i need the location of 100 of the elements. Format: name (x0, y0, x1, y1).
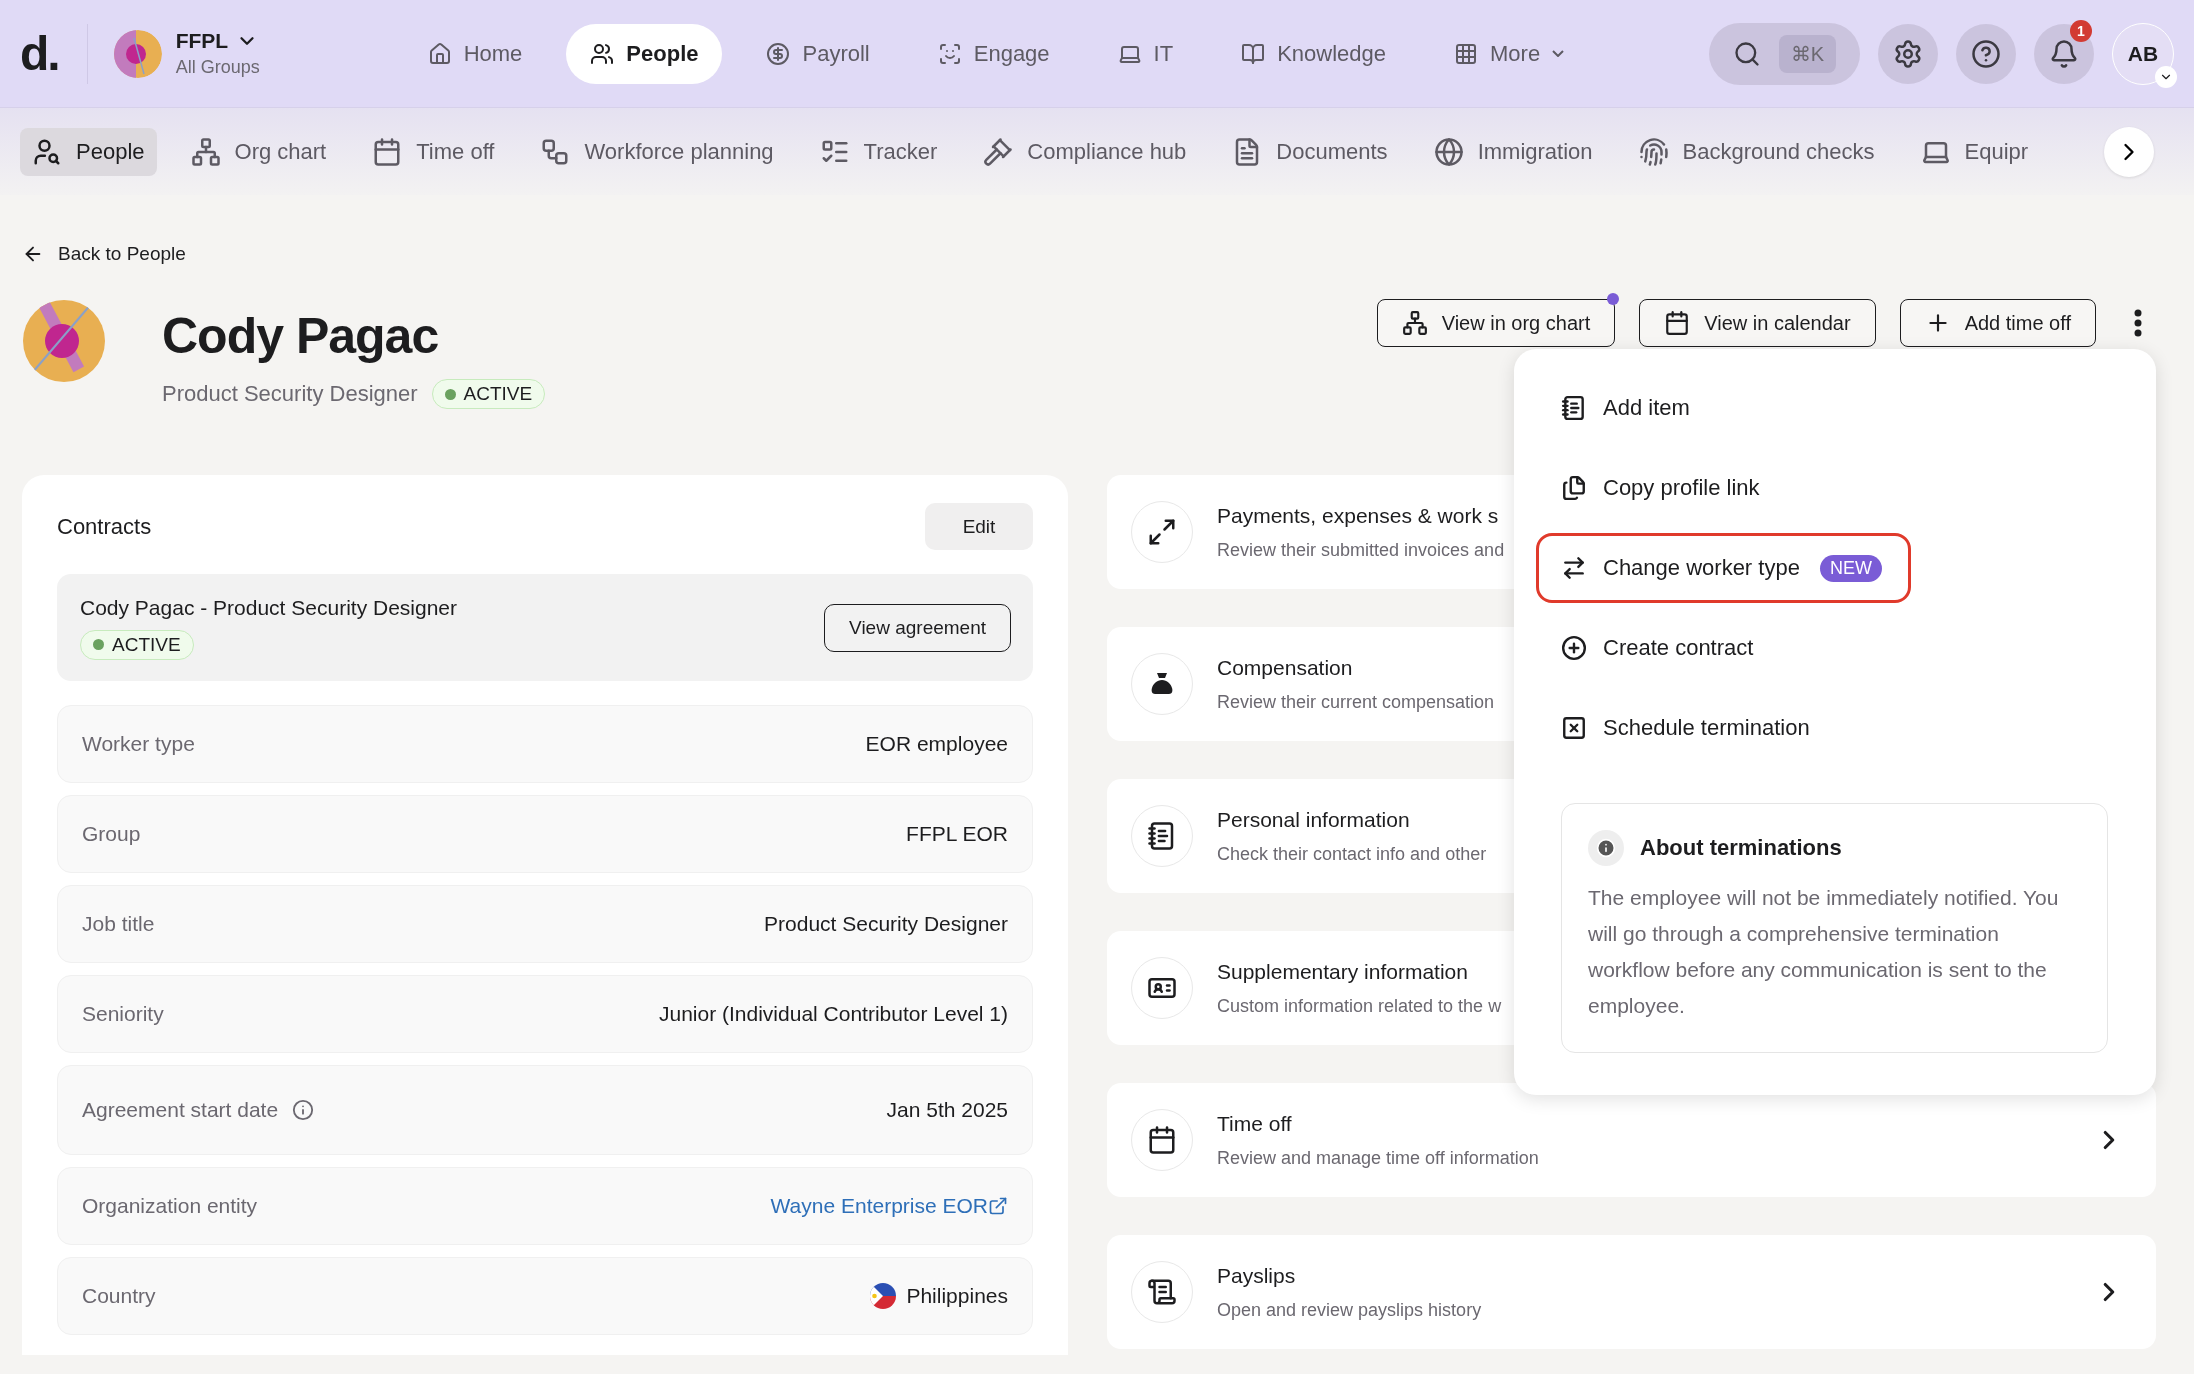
back-link[interactable]: Back to People (22, 243, 186, 265)
sub-nav-tab[interactable]: Tracker (807, 127, 950, 176)
nav-tab[interactable]: Engage (913, 23, 1074, 84)
sub-nav-tab[interactable]: Workforce planning (528, 127, 786, 176)
grid-icon (1454, 41, 1479, 66)
menu-item[interactable]: Copy profile link (1536, 453, 1789, 523)
contract-name: Cody Pagac - Product Security Designer (80, 595, 457, 620)
field-value: Product Security Designer (764, 912, 1008, 936)
more-icon (2134, 309, 2142, 337)
field-value: Junior (Individual Contributor Level 1) (659, 1002, 1008, 1026)
section-title: Payslips (1217, 1263, 1296, 1288)
org-logo-icon (113, 29, 162, 78)
bell-icon (2049, 38, 2079, 69)
gavel-icon (983, 136, 1014, 167)
field-value: EOR employee (865, 732, 1008, 756)
organization-subtitle: All Groups (175, 57, 260, 78)
notification-count: 1 (2070, 19, 2092, 42)
section-subtitle: Open and review payslips history (1217, 1299, 1482, 1321)
section-title: Compensation (1217, 655, 1353, 680)
list-icon (1561, 395, 1587, 421)
field-label: Job title (82, 912, 155, 936)
settings-icon (1893, 38, 1923, 69)
plus-circle-icon (1561, 635, 1587, 661)
caret-icon (2155, 65, 2177, 88)
scroll-right-button[interactable] (2104, 127, 2154, 177)
hierarchy-icon (190, 136, 221, 167)
field-value: Jan 5th 2025 (886, 1098, 1008, 1122)
section-card[interactable]: Payslips Open and review payslips history (1107, 1235, 2156, 1349)
action-button[interactable]: Add time off (1899, 299, 2096, 347)
menu-item[interactable]: Create contract (1536, 613, 1783, 683)
calendar-icon (1147, 1125, 1177, 1155)
field-label: Seniority (82, 1002, 164, 1026)
external-link-icon (988, 1196, 1008, 1216)
organization-name[interactable]: FFPL (175, 29, 260, 53)
section-subtitle: Custom information related to the w (1217, 995, 1502, 1017)
entity-link[interactable]: Wayne Enterprise EOR (770, 1194, 1008, 1218)
nav-tab[interactable]: Payroll (742, 23, 894, 84)
arrows-icon (1561, 555, 1587, 581)
sub-nav-tab[interactable]: People (20, 127, 157, 176)
section-card[interactable]: Time off Review and manage time off information (1107, 1083, 2156, 1197)
notifications-button[interactable]: 1 (2034, 23, 2094, 84)
shortcut-hint: ⌘K (1778, 34, 1836, 73)
new-badge: NEW (1819, 554, 1882, 582)
section-title: Supplementary information (1217, 959, 1468, 984)
field-value: FFPL EOR (906, 822, 1008, 846)
sub-nav-tab[interactable]: Immigration (1421, 127, 1605, 176)
caret-icon (1552, 50, 1565, 57)
field-value: Philippines (906, 1284, 1008, 1308)
section-subtitle: Review and manage time off information (1217, 1147, 1539, 1169)
menu-item[interactable]: Change worker type NEW (1536, 533, 1911, 603)
hierarchy-icon (1401, 310, 1428, 336)
help-icon (1971, 38, 2001, 69)
face-scan-icon (937, 41, 962, 66)
flag-icon (870, 1283, 897, 1309)
sub-nav-tab[interactable]: Background checks (1626, 127, 1887, 176)
logo[interactable]: d. (20, 23, 88, 84)
calendar-icon (1664, 310, 1691, 336)
sub-nav-tab[interactable]: Compliance hub (971, 127, 1199, 176)
card-title: Contracts (57, 513, 152, 540)
status-badge: ACTIVE (431, 379, 546, 409)
sub-nav-tab[interactable]: Equipr (1908, 127, 2041, 176)
globe-icon (1433, 136, 1464, 167)
nav-tab[interactable]: More (1430, 23, 1589, 84)
sub-nav-tab[interactable]: Time off (360, 127, 507, 176)
dollar-icon (766, 41, 791, 66)
menu-item[interactable]: Schedule termination (1536, 693, 1839, 763)
section-title: Personal information (1217, 807, 1410, 832)
action-button[interactable]: View in calendar (1639, 299, 1876, 347)
section-title: Time off (1217, 1111, 1292, 1136)
field-label: Group (82, 822, 141, 846)
calendar-icon (372, 136, 403, 167)
people-icon (590, 41, 615, 66)
receipt-icon (1147, 1277, 1177, 1307)
action-button[interactable]: View in org chart (1376, 299, 1616, 347)
user-avatar[interactable]: AB (2112, 22, 2174, 85)
person-name: Cody Pagac (162, 307, 440, 365)
nav-tab[interactable]: People (566, 23, 723, 84)
home-icon (427, 41, 452, 66)
view-agreement-button[interactable]: View agreement (824, 603, 1011, 652)
edit-button[interactable]: Edit (925, 503, 1033, 550)
note-text: The employee will not be immediately notified. You will go through a comprehensive termination workflow before any communication is sent to the employee. (1588, 885, 2060, 1019)
close-icon (1561, 715, 1587, 741)
field-label: Organization entity (82, 1194, 258, 1218)
section-subtitle: Review their current compensation (1217, 691, 1495, 713)
section-subtitle: Review their submitted invoices and (1217, 539, 1505, 561)
info-icon[interactable] (292, 1099, 315, 1121)
sub-nav-tab[interactable]: Documents (1220, 127, 1400, 176)
section-title: Payments, expenses & work s (1217, 503, 1499, 528)
job-title: Product Security Designer (162, 381, 418, 407)
sub-nav-tab[interactable]: Org chart (178, 127, 339, 176)
note-title: About terminations (1640, 835, 1842, 861)
menu-item[interactable]: Add item (1536, 373, 1719, 443)
nav-tab[interactable]: Home (403, 23, 547, 84)
field-label: Worker type (82, 732, 195, 756)
section-subtitle: Check their contact info and other (1217, 843, 1487, 865)
field-label: Agreement start date (82, 1098, 279, 1122)
diagonal-arrows-icon (1147, 517, 1177, 547)
nav-tab[interactable]: IT (1093, 23, 1198, 84)
nav-tab[interactable]: Knowledge (1217, 23, 1411, 84)
copy-icon (1561, 475, 1587, 501)
